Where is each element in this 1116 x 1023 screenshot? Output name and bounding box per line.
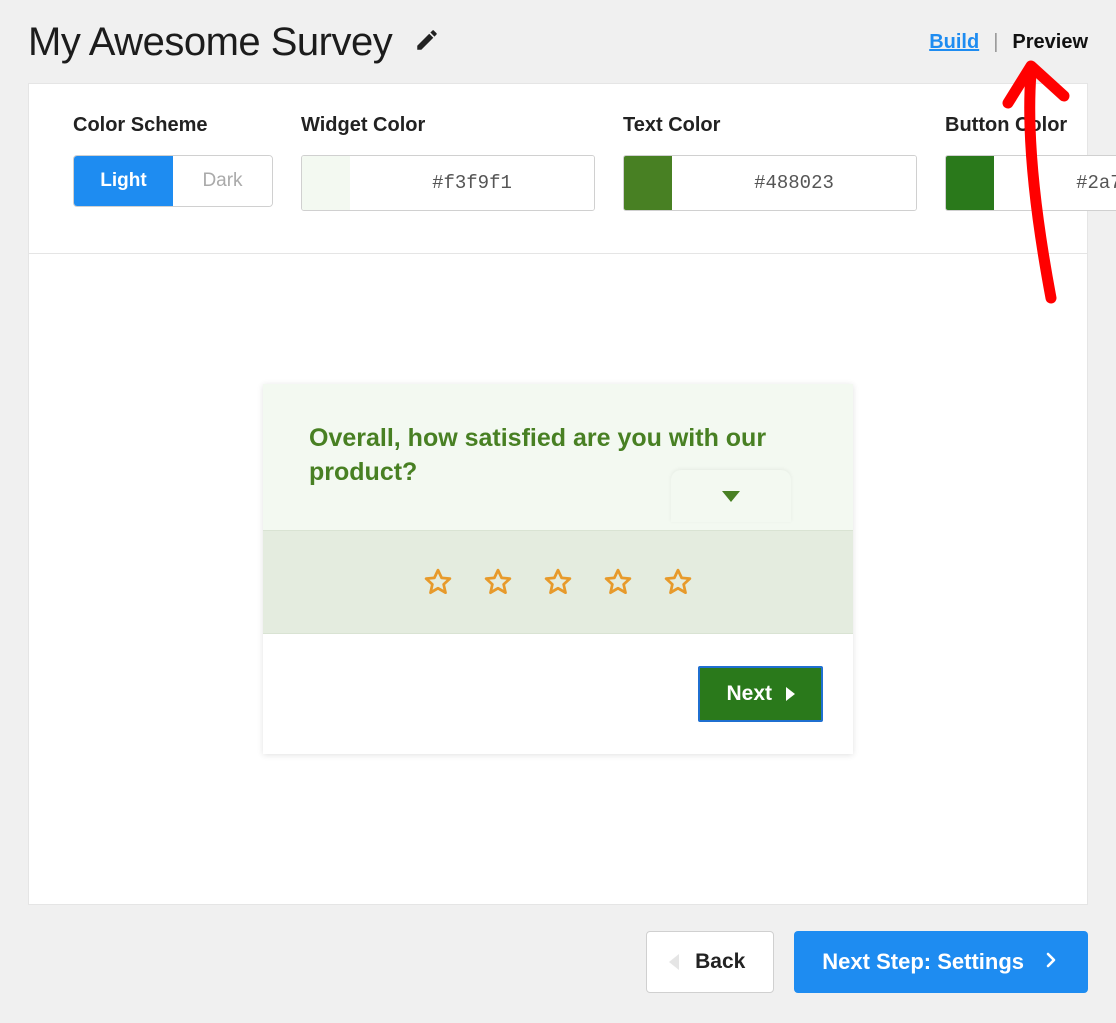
footer-nav: Back Next Step: Settings xyxy=(28,931,1088,993)
widget-color-label: Widget Color xyxy=(301,114,595,137)
widget-next-button[interactable]: Next xyxy=(698,666,823,722)
header: My Awesome Survey Build | Preview xyxy=(28,20,1088,65)
widget-next-label: Next xyxy=(726,682,772,706)
widget-collapse-toggle[interactable] xyxy=(671,470,791,522)
star-3[interactable] xyxy=(543,567,573,597)
star-4[interactable] xyxy=(603,567,633,597)
widget-color-swatch[interactable] xyxy=(302,156,350,210)
button-color-swatch[interactable] xyxy=(946,156,994,210)
tab-build[interactable]: Build xyxy=(929,31,979,54)
chevron-left-icon xyxy=(669,954,679,970)
button-color-label: Button Color xyxy=(945,114,1116,137)
text-color-swatch[interactable] xyxy=(624,156,672,210)
edit-title-icon[interactable] xyxy=(414,27,440,58)
preview-area: Overall, how satisfied are you with our … xyxy=(29,384,1087,904)
caret-down-icon xyxy=(722,491,740,502)
scheme-dark-button[interactable]: Dark xyxy=(173,156,272,206)
star-5[interactable] xyxy=(663,567,693,597)
widget-color-input[interactable] xyxy=(350,156,594,210)
text-color-label: Text Color xyxy=(623,114,917,137)
chevron-right-icon xyxy=(786,687,795,701)
chevron-right-icon xyxy=(1042,949,1060,975)
tab-preview[interactable]: Preview xyxy=(1012,31,1088,54)
scheme-light-button[interactable]: Light xyxy=(74,156,173,206)
button-color-input[interactable] xyxy=(994,156,1116,210)
back-label: Back xyxy=(695,950,745,974)
star-rating-row xyxy=(263,530,853,634)
star-2[interactable] xyxy=(483,567,513,597)
survey-widget: Overall, how satisfied are you with our … xyxy=(263,384,853,754)
color-scheme-label: Color Scheme xyxy=(73,114,273,137)
color-scheme-toggle: Light Dark xyxy=(73,155,273,207)
star-1[interactable] xyxy=(423,567,453,597)
text-color-input[interactable] xyxy=(672,156,916,210)
next-step-button[interactable]: Next Step: Settings xyxy=(794,931,1088,993)
survey-title: My Awesome Survey xyxy=(28,20,392,65)
editor-panel: Color Scheme Light Dark Widget Color Tex… xyxy=(28,83,1088,905)
next-step-label: Next Step: Settings xyxy=(822,949,1024,975)
tab-separator: | xyxy=(993,31,998,54)
style-config-row: Color Scheme Light Dark Widget Color Tex… xyxy=(29,84,1087,254)
back-button[interactable]: Back xyxy=(646,931,774,993)
